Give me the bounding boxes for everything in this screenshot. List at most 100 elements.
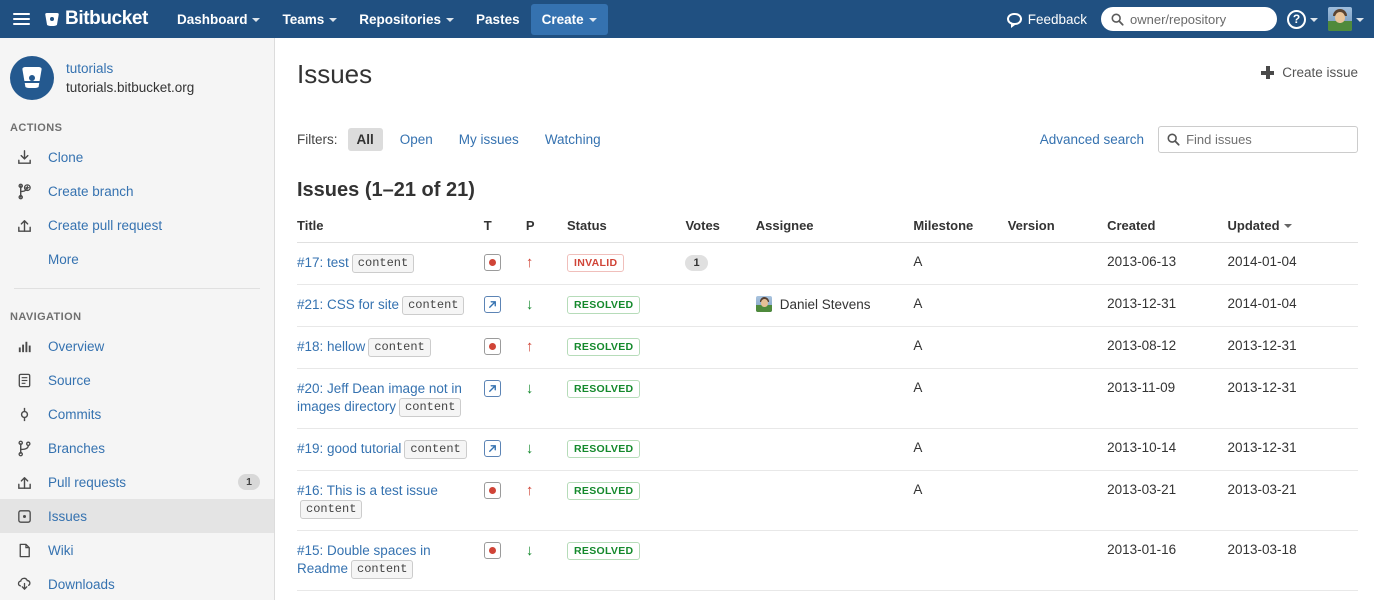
sidebar-label-branches: Branches [48,441,260,456]
help-menu-button[interactable]: ? [1287,10,1318,29]
issue-title-link[interactable]: #16: This is a test issue [297,483,438,498]
cell-priority: ↓ [526,429,567,471]
chevron-down-icon [252,18,260,22]
chevron-down-icon [329,18,337,22]
sidebar-item-branches[interactable]: Branches [0,431,274,465]
find-issues-input[interactable]: Find issues [1158,126,1358,153]
cell-milestone: A [913,285,1007,327]
filter-all[interactable]: All [348,128,383,151]
column-header-type[interactable]: T [484,218,526,243]
filters-label: Filters: [297,132,338,147]
navigation-heading: NAVIGATION [0,311,274,329]
issues-table-header: Title T P Status Votes Assignee Mileston… [297,218,1358,243]
nav-item-create[interactable]: Create [531,4,608,35]
sidebar-item-overview[interactable]: Overview [0,329,274,363]
cell-priority: ↑ [526,243,567,285]
brand-label: Bitbucket [65,8,148,30]
column-header-milestone[interactable]: Milestone [913,218,1007,243]
issue-kind-tag[interactable]: content [351,560,413,579]
sort-descending-icon [1284,224,1292,228]
user-menu-button[interactable] [1328,7,1364,31]
priority-major-up-icon: ↑ [526,254,534,271]
sidebar-item-source[interactable]: Source [0,363,274,397]
cell-status: INVALID [567,243,685,285]
column-header-version[interactable]: Version [1008,218,1107,243]
sidebar-item-create-pull-request[interactable]: Create pull request [0,208,274,242]
priority-major-up-icon: ↑ [526,482,534,499]
cell-created: 2013-06-13 [1107,243,1227,285]
repository-avatar-icon [10,56,54,100]
speech-bubble-icon [1007,13,1022,25]
global-search-input[interactable]: owner/repository [1101,7,1277,31]
issue-kind-tag[interactable]: content [404,440,466,459]
cell-assignee [756,243,914,285]
cell-votes: 1 [685,243,755,285]
nav-item-repositories[interactable]: Repositories [348,4,465,35]
column-header-priority[interactable]: P [526,218,567,243]
search-icon [1167,133,1180,146]
sidebar-item-create-branch[interactable]: Create branch [0,174,274,208]
nav-label-pastes: Pastes [476,12,520,27]
filter-open[interactable]: Open [391,128,442,151]
issue-kind-tag[interactable]: content [368,338,430,357]
issue-kind-tag[interactable]: content [352,254,414,273]
column-header-updated-label: Updated [1228,218,1280,233]
download-cloud-icon [14,574,34,594]
issue-kind-tag[interactable]: content [300,500,362,519]
create-issue-button[interactable]: Create issue [1261,65,1358,80]
cell-updated: 2013-12-31 [1228,369,1359,429]
sidebar-item-wiki[interactable]: Wiki [0,533,274,567]
column-header-status[interactable]: Status [567,218,685,243]
nav-item-teams[interactable]: Teams [271,4,348,35]
issue-title-link[interactable]: #21: CSS for site [297,297,399,312]
status-badge: RESOLVED [567,338,640,356]
filter-my-issues[interactable]: My issues [450,128,528,151]
repository-header[interactable]: tutorials tutorials.bitbucket.org [0,52,274,100]
sidebar-item-issues[interactable]: Issues [0,499,274,533]
sidebar-label-commits: Commits [48,407,260,422]
page-header: Issues Create issue [297,38,1358,90]
bitbucket-logo[interactable]: Bitbucket [44,8,148,30]
feedback-button[interactable]: Feedback [1003,6,1091,33]
table-header-row: Title T P Status Votes Assignee Mileston… [297,218,1358,243]
cell-milestone: A [913,327,1007,369]
cell-status: RESOLVED [567,327,685,369]
bucket-icon [44,11,60,27]
sidebar-item-clone[interactable]: Clone [0,140,274,174]
hamburger-menu-icon[interactable] [8,6,34,32]
column-header-updated[interactable]: Updated [1228,218,1359,243]
cell-updated: 2013-03-21 [1228,471,1359,531]
enhancement-arrow-icon [484,296,501,313]
sidebar-item-more[interactable]: More [0,242,274,276]
table-row: #17: testcontent↑INVALID1A2013-06-132014… [297,243,1358,285]
cell-title: #16: This is a test issue content [297,471,484,531]
filter-watching[interactable]: Watching [536,128,610,151]
sidebar-item-pull-requests[interactable]: Pull requests 1 [0,465,274,499]
issue-kind-tag[interactable]: content [402,296,464,315]
column-header-title[interactable]: Title [297,218,484,243]
issue-title-link[interactable]: #18: hellow [297,339,365,354]
table-row: #18: hellowcontent↑RESOLVEDA2013-08-1220… [297,327,1358,369]
nav-item-pastes[interactable]: Pastes [465,4,531,35]
column-header-created[interactable]: Created [1107,218,1227,243]
cell-assignee: Daniel Stevens [756,285,914,327]
nav-item-dashboard[interactable]: Dashboard [166,4,272,35]
column-header-votes[interactable]: Votes [685,218,755,243]
issue-kind-tag[interactable]: content [399,398,461,417]
sidebar-item-downloads[interactable]: Downloads [0,567,274,600]
column-header-assignee[interactable]: Assignee [756,218,914,243]
priority-major-up-icon: ↑ [526,338,534,355]
feedback-label: Feedback [1028,12,1087,27]
repository-name[interactable]: tutorials [66,59,194,78]
issue-title-link[interactable]: #19: good tutorial [297,441,401,456]
plus-icon [1261,66,1274,79]
sidebar-item-commits[interactable]: Commits [0,397,274,431]
advanced-search-link[interactable]: Advanced search [1040,132,1144,147]
cell-assignee [756,531,914,591]
status-badge: RESOLVED [567,440,640,458]
bug-icon [484,482,501,499]
cell-title: #18: hellowcontent [297,327,484,369]
issue-title-link[interactable]: #17: test [297,255,349,270]
cell-updated: 2014-01-04 [1228,285,1359,327]
page-title: Issues [297,58,372,90]
